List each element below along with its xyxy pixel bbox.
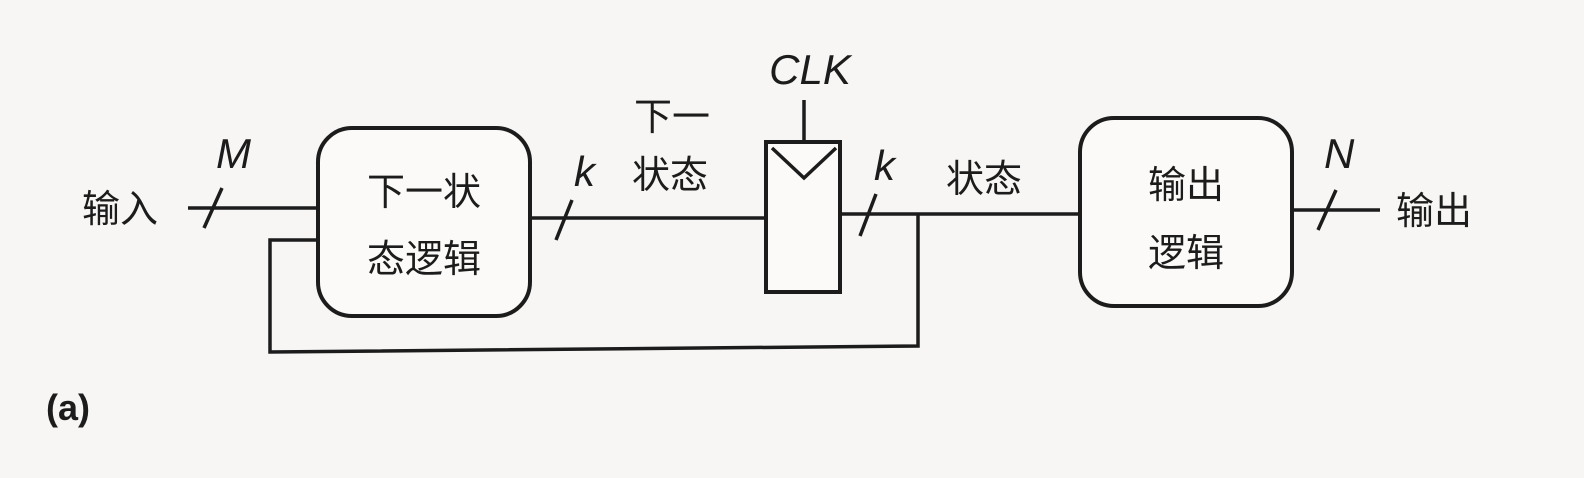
input-label: 输入 bbox=[82, 187, 158, 231]
clock-label: CLK bbox=[769, 46, 853, 93]
state-register bbox=[764, 140, 842, 294]
moore-fsm-diagram: 下一状 态逻辑 输出 逻辑 输入 M k 下一 状态 CLK k 状态 N 输出… bbox=[46, 46, 1472, 428]
next-state-logic-block bbox=[316, 126, 532, 318]
next-state-bus-slash bbox=[554, 199, 574, 241]
next-state-logic-line1: 下一状 bbox=[367, 170, 481, 214]
output-label: 输出 bbox=[1396, 189, 1472, 233]
state-label: 状态 bbox=[946, 157, 1022, 201]
output-logic-line1: 输出 bbox=[1148, 163, 1224, 207]
next-state-label-line2: 状态 bbox=[632, 153, 708, 197]
state-width-label: k bbox=[874, 142, 897, 189]
next-state-width-label: k bbox=[574, 148, 597, 195]
next-state-logic-line2: 态逻辑 bbox=[367, 237, 481, 281]
output-width-label: N bbox=[1324, 130, 1355, 177]
panel-label: (a) bbox=[46, 387, 90, 428]
input-width-label: M bbox=[216, 130, 251, 177]
output-logic-block bbox=[1078, 116, 1294, 308]
next-state-label-line1: 下一 bbox=[634, 95, 710, 139]
output-logic-line2: 逻辑 bbox=[1148, 231, 1224, 275]
